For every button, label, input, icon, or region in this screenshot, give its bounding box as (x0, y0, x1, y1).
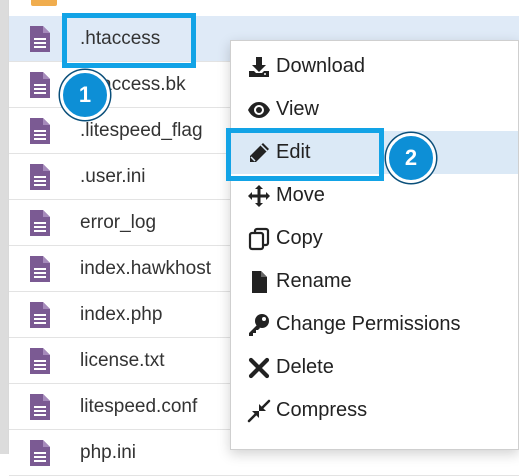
step-2-callout: 2 (386, 133, 436, 183)
file-icon (30, 72, 50, 98)
compress-icon (247, 399, 271, 423)
menu-item-compress[interactable]: Compress (231, 389, 518, 432)
menu-item-label: Delete (276, 356, 334, 378)
copy-icon (248, 227, 270, 251)
menu-item-label: Move (276, 184, 325, 206)
file-icon (30, 394, 50, 420)
move-arrows-icon (248, 185, 270, 207)
folder-row-partial[interactable] (9, 0, 519, 17)
menu-item-label: View (276, 98, 319, 120)
menu-item-label: Copy (276, 227, 323, 249)
file-icon (30, 256, 50, 282)
folder-icon (31, 0, 57, 6)
file-name[interactable]: .htaccess (80, 16, 160, 62)
menu-item-label: Change Permissions (276, 313, 461, 335)
menu-item-label: Compress (276, 399, 368, 421)
file-icon (30, 348, 50, 374)
menu-item-download[interactable]: Download (231, 45, 518, 88)
menu-item-label: Edit (276, 141, 311, 163)
file-icon (30, 118, 50, 144)
file-name[interactable]: error_log (80, 200, 156, 246)
menu-item-rename[interactable]: Rename (231, 260, 518, 303)
file-icon (30, 26, 50, 52)
file-icon (30, 440, 50, 466)
menu-item-edit[interactable]: Edit (231, 131, 518, 174)
file-icon (252, 271, 267, 293)
file-name[interactable]: license.txt (80, 338, 164, 384)
menu-item-label: Download (276, 55, 365, 77)
file-name[interactable]: index.hawkhost (80, 246, 211, 292)
left-gutter (0, 0, 8, 454)
pencil-icon (250, 143, 269, 162)
step-1-callout: 1 (60, 70, 110, 120)
menu-item-delete[interactable]: Delete (231, 346, 518, 389)
file-name[interactable]: php.ini (80, 430, 136, 476)
x-icon (248, 357, 270, 379)
file-icon (30, 210, 50, 236)
menu-item-copy[interactable]: Copy (231, 217, 518, 260)
eye-icon (248, 102, 270, 118)
download-icon (249, 57, 269, 77)
menu-item-view[interactable]: View (231, 88, 518, 131)
file-name[interactable]: litespeed.conf (80, 384, 197, 430)
context-menu: Download View Edit Move Copy Rename Chan… (230, 40, 519, 450)
file-name[interactable]: index.php (80, 292, 162, 338)
key-icon (249, 314, 269, 336)
file-name[interactable]: .user.ini (80, 154, 145, 200)
file-icon (30, 164, 50, 190)
menu-item-label: Rename (276, 270, 352, 292)
file-icon (30, 302, 50, 328)
menu-item-change-permissions[interactable]: Change Permissions (231, 303, 518, 346)
menu-item-move[interactable]: Move (231, 174, 518, 217)
